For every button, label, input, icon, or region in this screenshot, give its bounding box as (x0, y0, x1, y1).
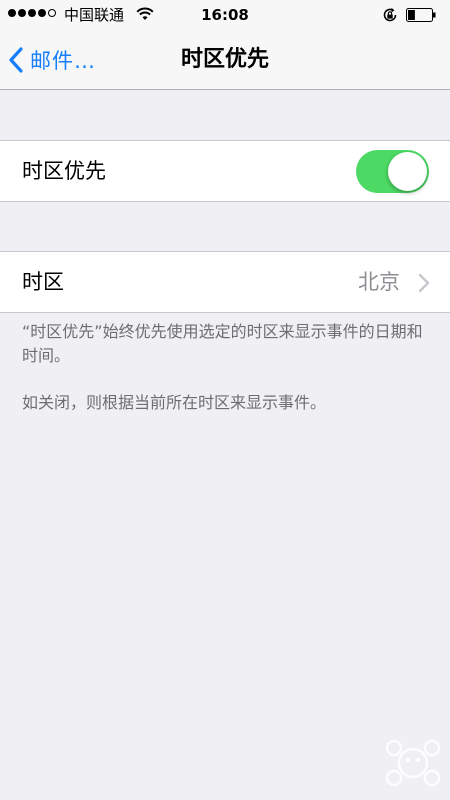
toggle-knob (388, 152, 427, 191)
chevron-right-icon (418, 273, 430, 293)
status-bar: 中国联通 16:08 (0, 0, 450, 30)
watermark-icon (385, 739, 441, 787)
timezone-value: 北京 (358, 270, 400, 294)
timezone-label: 时区 (22, 270, 64, 294)
timezone-row[interactable]: 时区 北京 (0, 251, 450, 313)
timezone-off-note: 如关闭，则根据当前所在时区来显示事件。 (22, 393, 327, 412)
page-title: 时区优先 (180, 47, 269, 72)
navigation-bar: 邮件… 时区优先 (0, 30, 450, 90)
battery-fill (408, 10, 415, 20)
settings-screen: 中国联通 16:08 邮件… 时区优先 时区优先 时区 北京 “时区优先”始终优… (0, 0, 450, 800)
rotation-lock-icon (383, 8, 397, 22)
battery-icon (406, 8, 436, 22)
timezone-override-label: 时区优先 (22, 159, 106, 183)
timezone-override-toggle[interactable] (356, 150, 429, 193)
timezone-override-row: 时区优先 (0, 140, 450, 202)
timezone-description: “时区优先”始终优先使用选定的时区来显示事件的日期和时间。 (22, 322, 423, 365)
